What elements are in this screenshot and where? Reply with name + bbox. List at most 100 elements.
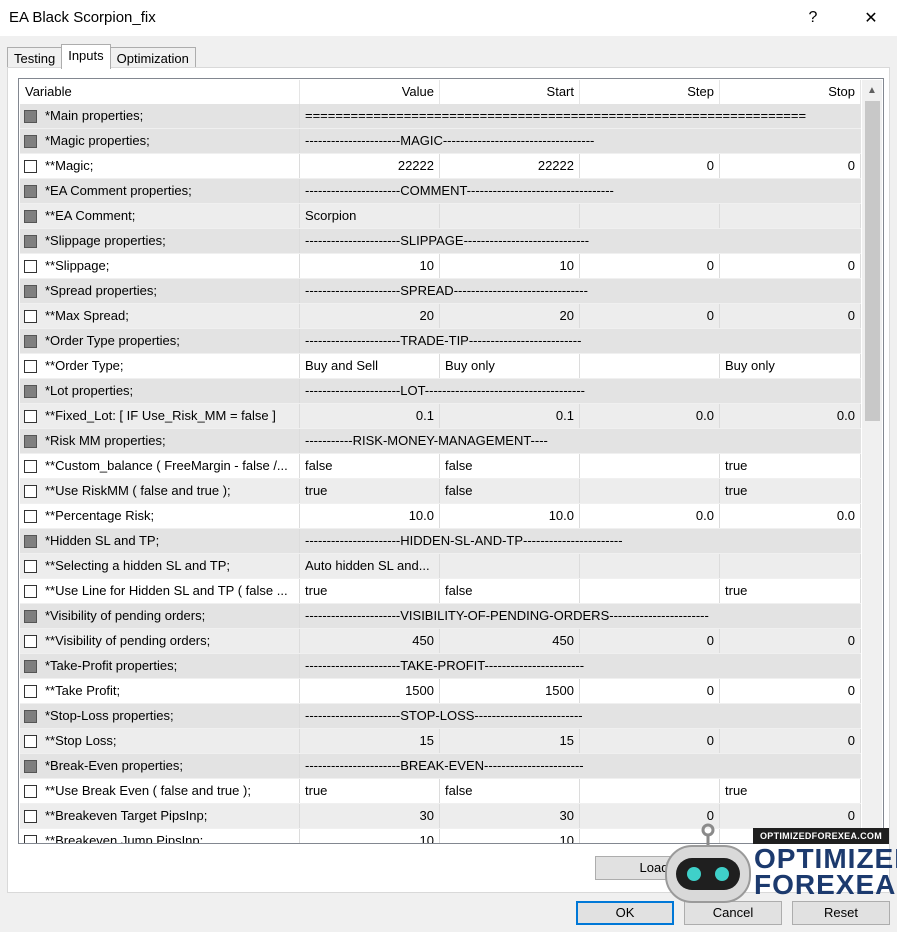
start-cell[interactable]: 22222 bbox=[440, 154, 580, 178]
table-row[interactable]: **Custom_balance ( FreeMargin - false /.… bbox=[20, 454, 861, 479]
start-cell[interactable]: 450 bbox=[440, 629, 580, 653]
scroll-up-icon[interactable]: ▲ bbox=[862, 80, 882, 100]
table-row[interactable]: *Break-Even properties; -----------------… bbox=[20, 754, 861, 779]
value-cell[interactable]: Buy and Sell bbox=[300, 354, 440, 378]
scroll-thumb[interactable] bbox=[865, 101, 880, 421]
start-cell[interactable]: 10 bbox=[440, 254, 580, 278]
table-row[interactable]: *Stop-Loss properties; ------------------… bbox=[20, 704, 861, 729]
table-row[interactable]: *Spread properties; ---------------------… bbox=[20, 279, 861, 304]
stop-cell[interactable]: true bbox=[720, 579, 861, 603]
start-cell[interactable]: 1500 bbox=[440, 679, 580, 703]
stop-cell[interactable]: true bbox=[720, 479, 861, 503]
table-row[interactable]: *Risk MM properties; -----------RISK-MONE… bbox=[20, 429, 861, 454]
value-cell[interactable]: true bbox=[300, 479, 440, 503]
table-row[interactable]: **Fixed_Lot: [ IF Use_Risk_MM = false ] 0… bbox=[20, 404, 861, 429]
stop-cell[interactable]: 0.0 bbox=[720, 404, 861, 428]
start-cell[interactable]: false bbox=[440, 579, 580, 603]
start-cell[interactable]: 10.0 bbox=[440, 504, 580, 528]
table-row[interactable]: **Use RiskMM ( false and true ); true fals… bbox=[20, 479, 861, 504]
row-checkbox[interactable] bbox=[24, 559, 37, 573]
row-checkbox[interactable] bbox=[24, 234, 37, 248]
row-checkbox[interactable] bbox=[24, 409, 37, 423]
value-cell[interactable]: Auto hidden SL and... bbox=[300, 554, 440, 578]
value-cell[interactable]: 0.1 bbox=[300, 404, 440, 428]
step-cell[interactable] bbox=[580, 554, 720, 578]
step-cell[interactable]: 0 bbox=[580, 254, 720, 278]
step-cell[interactable]: 0 bbox=[580, 629, 720, 653]
row-checkbox[interactable] bbox=[24, 434, 37, 448]
row-checkbox[interactable] bbox=[24, 209, 37, 223]
stop-cell[interactable]: 0 bbox=[720, 254, 861, 278]
row-checkbox[interactable] bbox=[24, 534, 37, 548]
row-checkbox[interactable] bbox=[24, 709, 37, 723]
value-cell[interactable]: 15 bbox=[300, 729, 440, 753]
start-cell[interactable] bbox=[440, 554, 580, 578]
start-cell[interactable]: 20 bbox=[440, 304, 580, 328]
step-cell[interactable]: 0 bbox=[580, 154, 720, 178]
table-row[interactable]: *Order Type properties; -----------------… bbox=[20, 329, 861, 354]
table-row[interactable]: **Take Profit; 1500 1500 0 0 bbox=[20, 679, 861, 704]
column-header-value[interactable]: Value bbox=[300, 80, 440, 104]
row-checkbox[interactable] bbox=[24, 109, 37, 123]
table-row[interactable]: **Slippage; 10 10 0 0 bbox=[20, 254, 861, 279]
row-checkbox[interactable] bbox=[24, 159, 37, 173]
step-cell[interactable]: 0 bbox=[580, 679, 720, 703]
step-cell[interactable] bbox=[580, 454, 720, 478]
table-row[interactable]: *Visibility of pending orders; ----------… bbox=[20, 604, 861, 629]
row-checkbox[interactable] bbox=[24, 759, 37, 773]
row-checkbox[interactable] bbox=[24, 684, 37, 698]
step-cell[interactable] bbox=[580, 479, 720, 503]
table-row[interactable]: *Slippage properties; -------------------… bbox=[20, 229, 861, 254]
table-row[interactable]: *Lot properties; ----------------------LO… bbox=[20, 379, 861, 404]
column-header-stop[interactable]: Stop bbox=[720, 80, 861, 104]
table-row[interactable]: **Max Spread; 20 20 0 0 bbox=[20, 304, 861, 329]
start-cell[interactable]: Buy only bbox=[440, 354, 580, 378]
row-checkbox[interactable] bbox=[24, 359, 37, 373]
value-cell[interactable]: true bbox=[300, 779, 440, 803]
stop-cell[interactable]: true bbox=[720, 779, 861, 803]
row-checkbox[interactable] bbox=[24, 809, 37, 823]
table-row[interactable]: **Order Type; Buy and Sell Buy only Buy onl… bbox=[20, 354, 861, 379]
start-cell[interactable]: 10 bbox=[440, 829, 580, 843]
value-cell[interactable]: true bbox=[300, 579, 440, 603]
row-checkbox[interactable] bbox=[24, 834, 37, 843]
table-row[interactable]: *Hidden SL and TP; ----------------------… bbox=[20, 529, 861, 554]
stop-cell[interactable]: 0 bbox=[720, 304, 861, 328]
table-row[interactable]: **Visibility of pending orders; 450 450 0 0 bbox=[20, 629, 861, 654]
table-row[interactable]: *Take-Profit properties; ----------------… bbox=[20, 654, 861, 679]
table-row[interactable]: **Stop Loss; 15 15 0 0 bbox=[20, 729, 861, 754]
help-icon[interactable]: ? bbox=[790, 0, 836, 36]
stop-cell[interactable]: 0 bbox=[720, 629, 861, 653]
value-cell[interactable]: 20 bbox=[300, 304, 440, 328]
step-cell[interactable] bbox=[580, 354, 720, 378]
table-row[interactable]: **Use Line for Hidden SL and TP ( false … bbox=[20, 579, 861, 604]
stop-cell[interactable]: 0 bbox=[720, 154, 861, 178]
row-checkbox[interactable] bbox=[24, 484, 37, 498]
table-row[interactable]: *Main properties; =======================… bbox=[20, 104, 861, 129]
row-checkbox[interactable] bbox=[24, 284, 37, 298]
column-header-start[interactable]: Start bbox=[440, 80, 580, 104]
row-checkbox[interactable] bbox=[24, 659, 37, 673]
value-cell[interactable]: false bbox=[300, 454, 440, 478]
row-checkbox[interactable] bbox=[24, 184, 37, 198]
value-cell[interactable]: 10 bbox=[300, 254, 440, 278]
row-checkbox[interactable] bbox=[24, 509, 37, 523]
step-cell[interactable] bbox=[580, 779, 720, 803]
start-cell[interactable]: false bbox=[440, 779, 580, 803]
close-icon[interactable]: ✕ bbox=[848, 0, 894, 36]
stop-cell[interactable]: Buy only bbox=[720, 354, 861, 378]
tab-optimization[interactable]: Optimization bbox=[109, 47, 196, 69]
row-checkbox[interactable] bbox=[24, 384, 37, 398]
row-checkbox[interactable] bbox=[24, 134, 37, 148]
row-checkbox[interactable] bbox=[24, 734, 37, 748]
tab-testing[interactable]: Testing bbox=[7, 47, 63, 69]
stop-cell[interactable] bbox=[720, 204, 861, 228]
step-cell[interactable]: 0 bbox=[580, 729, 720, 753]
start-cell[interactable]: 0.1 bbox=[440, 404, 580, 428]
row-checkbox[interactable] bbox=[24, 259, 37, 273]
start-cell[interactable]: false bbox=[440, 479, 580, 503]
row-checkbox[interactable] bbox=[24, 459, 37, 473]
table-row[interactable]: **Percentage Risk; 10.0 10.0 0.0 0.0 bbox=[20, 504, 861, 529]
value-cell[interactable]: 10.0 bbox=[300, 504, 440, 528]
step-cell[interactable]: 0.0 bbox=[580, 504, 720, 528]
